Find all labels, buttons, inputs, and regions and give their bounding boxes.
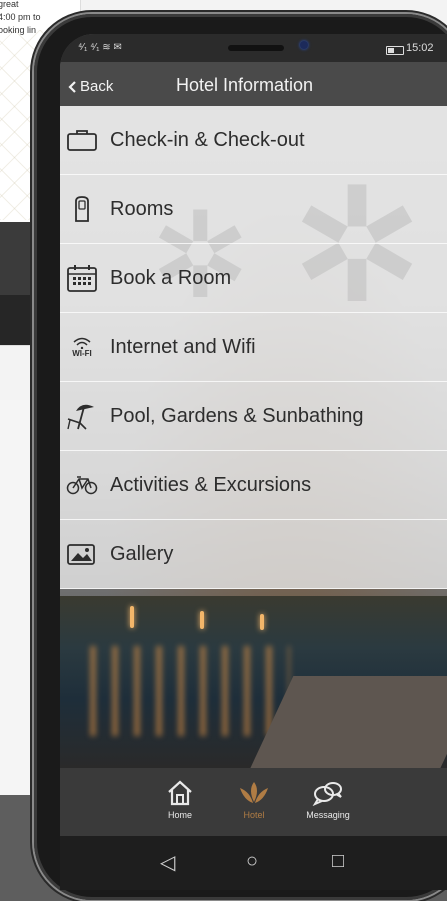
calendar-icon [64, 260, 100, 296]
tab-label: Hotel [243, 810, 265, 820]
menu-item-book-room[interactable]: Book a Room [60, 244, 447, 313]
front-camera [300, 41, 308, 49]
tab-home[interactable]: Home [140, 776, 220, 820]
back-button[interactable]: Back [68, 78, 113, 95]
lamp-light [130, 606, 134, 628]
home-icon [140, 776, 220, 810]
hotel-background-photo: ✲ ✲ Check-in & Check-out Rooms [60, 106, 447, 768]
page-title: Hotel Information [176, 75, 314, 95]
chat-icon [288, 776, 368, 810]
back-label: Back [80, 78, 114, 95]
wifi-icon-text: WI-FI [72, 348, 92, 358]
door-icon [64, 191, 100, 227]
system-recent-button[interactable]: □ [332, 850, 344, 873]
tab-hotel[interactable]: Hotel [214, 776, 294, 820]
menu-item-label: Book a Room [110, 266, 232, 289]
menu-item-check-in[interactable]: Check-in & Check-out [60, 106, 447, 175]
menu-item-gallery[interactable]: Gallery [60, 520, 447, 589]
system-home-button[interactable]: ○ [246, 850, 258, 873]
card-text-line: great [0, 0, 19, 9]
tab-label: Messaging [306, 810, 350, 820]
lamp-light [260, 614, 264, 630]
menu-item-wifi[interactable]: WI-FI Internet and Wifi [60, 313, 447, 382]
image-gallery-icon [64, 536, 100, 572]
beach-umbrella-icon [64, 398, 100, 434]
system-back-button[interactable]: ◁ [160, 850, 175, 875]
bicycle-icon [64, 467, 100, 503]
briefcase-icon [64, 122, 100, 158]
signal-icon: ⁴⁄₁ ⁴⁄₁ ≋ ✉ [78, 42, 122, 53]
phone-screen: ⁴⁄₁ ⁴⁄₁ ≋ ✉ 15:02 Back Hotel Information… [60, 34, 447, 890]
pool-reflections [90, 646, 290, 736]
hotel-info-menu: Check-in & Check-out Rooms Book a Room W… [60, 106, 447, 589]
tab-label: Home [167, 810, 192, 820]
chevron-left-icon [68, 80, 76, 93]
menu-item-activities[interactable]: Activities & Excursions [60, 451, 447, 520]
bottom-tab-bar: Home Hotel Messaging [60, 768, 447, 836]
tab-messaging[interactable]: Messaging [288, 776, 368, 820]
status-bar: ⁴⁄₁ ⁴⁄₁ ≋ ✉ 15:02 [60, 34, 447, 62]
lamp-light [200, 611, 204, 629]
menu-item-label: Gallery [110, 542, 174, 565]
app-header: Back Hotel Information [60, 62, 447, 106]
menu-item-label: Pool, Gardens & Sunbathing [110, 404, 364, 427]
status-time: 15:02 [406, 42, 434, 54]
battery-icon [386, 46, 404, 55]
menu-item-rooms[interactable]: Rooms [60, 175, 447, 244]
menu-item-label: Rooms [110, 197, 174, 220]
speaker-grille [228, 45, 284, 51]
menu-item-label: Activities & Excursions [110, 473, 312, 496]
menu-item-label: Internet and Wifi [110, 335, 256, 358]
menu-item-pool[interactable]: Pool, Gardens & Sunbathing [60, 382, 447, 451]
lotus-icon [214, 776, 294, 810]
menu-item-label: Check-in & Check-out [110, 128, 305, 151]
system-navigation-bar: ◁ ○ □ [60, 836, 447, 890]
wifi-icon: WI-FI [64, 329, 100, 365]
